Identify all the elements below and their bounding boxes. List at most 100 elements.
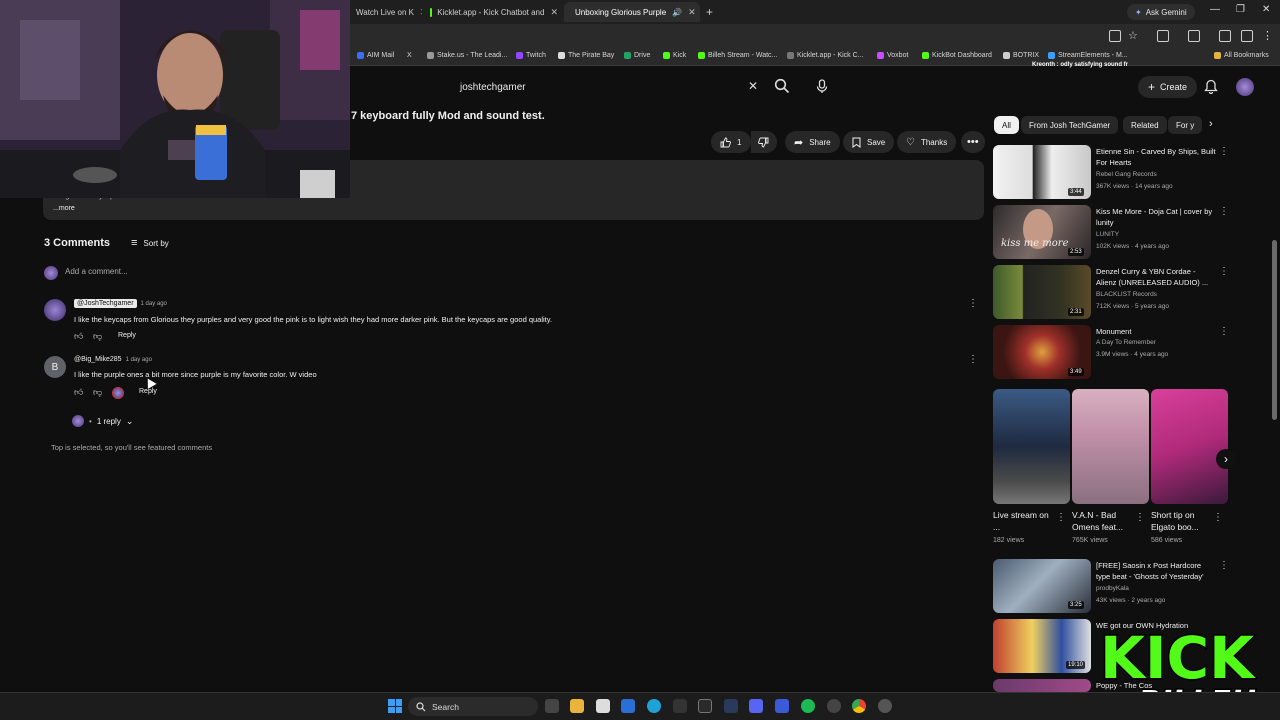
- comment-menu-icon[interactable]: ⋮: [968, 298, 978, 309]
- comment-time[interactable]: 1 day ago: [126, 357, 152, 363]
- video-menu-icon[interactable]: ⋮: [1219, 560, 1229, 571]
- file-explorer-icon[interactable]: [570, 699, 584, 713]
- microphone-icon[interactable]: [816, 79, 828, 99]
- mail-icon[interactable]: [621, 699, 635, 713]
- profile-icon[interactable]: [1241, 30, 1253, 42]
- short-menu-icon[interactable]: ⋮: [1213, 512, 1223, 523]
- close-icon[interactable]: ✕: [420, 7, 422, 18]
- bookmark-billeh-stream[interactable]: Billeh Stream - Watc...: [698, 52, 777, 59]
- bookmark-drive[interactable]: Drive: [624, 52, 650, 59]
- search-input[interactable]: joshtechgamer: [447, 75, 769, 99]
- bookmark-stake[interactable]: Stake.us - The Leadi...: [427, 52, 507, 59]
- maximize-icon[interactable]: ❐: [1236, 4, 1245, 15]
- more-icon[interactable]: ⋮: [1262, 29, 1273, 42]
- store-icon[interactable]: [596, 699, 610, 713]
- notifications-bell-icon[interactable]: [1204, 79, 1218, 99]
- bookmark-x[interactable]: X: [407, 52, 412, 59]
- chip-all[interactable]: All: [994, 116, 1019, 134]
- bookmark-aim-mail[interactable]: AIM Mail: [357, 52, 394, 59]
- clear-search-icon[interactable]: ✕: [748, 79, 758, 93]
- search-icon[interactable]: [774, 78, 790, 99]
- shorts-next-button[interactable]: ›: [1216, 449, 1236, 469]
- chrome-icon[interactable]: [852, 699, 866, 713]
- chip-related[interactable]: Related: [1123, 116, 1167, 134]
- comment-time[interactable]: 1 day ago: [141, 301, 167, 307]
- chevron-right-icon[interactable]: ›: [1209, 118, 1213, 130]
- bookmark-star-icon[interactable]: ☆: [1128, 29, 1138, 42]
- taskbar-search[interactable]: Search: [408, 697, 538, 716]
- video-channel[interactable]: BLACKLIST Records: [1096, 291, 1157, 298]
- video-channel[interactable]: prodbyKala: [1096, 585, 1129, 592]
- minimize-icon[interactable]: —: [1210, 4, 1220, 15]
- short-thumbnail[interactable]: [1151, 389, 1228, 504]
- cast-icon[interactable]: [1109, 30, 1121, 42]
- bookmark-kicklet[interactable]: Kicklet.app - Kick C...: [787, 52, 864, 59]
- tab-kicklet[interactable]: Kicklet.app - Kick Chatbot and ✕: [424, 2, 564, 22]
- description-more-link[interactable]: ...more: [53, 205, 75, 212]
- task-view-icon[interactable]: [545, 699, 559, 713]
- commenter-avatar[interactable]: B: [44, 356, 66, 378]
- video-title[interactable]: Denzel Curry & YBN Cordae - Alienz (UNRE…: [1096, 266, 1216, 288]
- chip-for-you[interactable]: For y: [1168, 116, 1202, 134]
- thanks-button[interactable]: ♡ Thanks: [897, 131, 957, 153]
- video-title[interactable]: [FREE] Saosin x Post Hardcore type beat …: [1096, 560, 1216, 582]
- video-menu-icon[interactable]: ⋮: [1219, 146, 1229, 157]
- more-actions-button[interactable]: •••: [961, 131, 985, 153]
- bookmark-all[interactable]: All Bookmarks: [1214, 52, 1269, 59]
- bookmark-piratebay[interactable]: The Pirate Bay: [558, 52, 614, 59]
- user-avatar[interactable]: [1236, 78, 1254, 96]
- steam-icon[interactable]: [724, 699, 738, 713]
- sidepanel-icon[interactable]: [1188, 30, 1200, 42]
- comment-author-handle[interactable]: @Big_Mike285: [74, 356, 122, 363]
- commenter-avatar[interactable]: [44, 299, 66, 321]
- video-title[interactable]: Kiss Me More - Doja Cat | cover by lunit…: [1096, 206, 1216, 228]
- comment-author-handle[interactable]: @JoshTechgamer: [74, 299, 137, 308]
- reply-button[interactable]: Reply: [118, 332, 136, 339]
- sort-by-button[interactable]: ≡ Sort by: [131, 237, 169, 249]
- streamlabs-icon[interactable]: [775, 699, 789, 713]
- tab-watch-live[interactable]: Watch Live on K ✕: [350, 2, 422, 22]
- comment-like-icon[interactable]: 👍︎: [74, 387, 83, 398]
- menu-icon[interactable]: [1219, 30, 1231, 42]
- short-thumbnail[interactable]: [993, 389, 1070, 504]
- comment-menu-icon[interactable]: ⋮: [968, 354, 978, 365]
- video-title[interactable]: Etienne Sin - Carved By Ships, Built For…: [1096, 146, 1216, 168]
- view-replies-button[interactable]: • 1 reply ⌄: [72, 415, 133, 427]
- bookmark-kickbot[interactable]: KickBot Dashboard: [922, 52, 992, 59]
- video-channel[interactable]: A Day To Remember: [1096, 339, 1156, 346]
- video-channel[interactable]: Rebel Gang Records: [1096, 171, 1157, 178]
- speaker-icon[interactable]: 🔊: [672, 8, 682, 17]
- comment-like-icon[interactable]: 👍︎: [74, 331, 83, 342]
- new-tab-icon[interactable]: +: [706, 5, 713, 19]
- dislike-button[interactable]: [751, 131, 777, 153]
- comment-dislike-icon[interactable]: 👎︎: [93, 387, 102, 398]
- share-button[interactable]: ➦ Share: [785, 131, 840, 153]
- tab-unboxing[interactable]: Unboxing Glorious Purple 🔊 ✕: [564, 2, 700, 22]
- short-menu-icon[interactable]: ⋮: [1135, 512, 1145, 523]
- short-title[interactable]: Short tip on Elgato boo...: [1151, 509, 1216, 533]
- like-button[interactable]: 1: [711, 131, 751, 153]
- settings-gear-icon[interactable]: [878, 699, 892, 713]
- short-title[interactable]: V.A.N - Bad Omens feat...: [1072, 509, 1137, 533]
- video-menu-icon[interactable]: ⋮: [1219, 266, 1229, 277]
- video-thumbnail[interactable]: [993, 679, 1091, 692]
- save-button[interactable]: Save: [843, 131, 895, 153]
- add-comment-input[interactable]: Add a comment...: [65, 267, 128, 276]
- ask-gemini-button[interactable]: ✦ Ask Gemini: [1127, 4, 1195, 20]
- page-scrollbar[interactable]: [1272, 240, 1277, 420]
- video-menu-icon[interactable]: ⋮: [1219, 206, 1229, 217]
- spotify-icon[interactable]: [801, 699, 815, 713]
- video-title[interactable]: Monument: [1096, 326, 1216, 337]
- short-thumbnail[interactable]: [1072, 389, 1149, 504]
- close-icon[interactable]: ✕: [550, 7, 558, 18]
- chip-from-channel[interactable]: From Josh TechGamer: [1021, 116, 1119, 134]
- bookmark-streamelements[interactable]: StreamElements - M...: [1048, 52, 1128, 59]
- comment-dislike-icon[interactable]: 👎︎: [93, 331, 102, 342]
- short-menu-icon[interactable]: ⋮: [1056, 512, 1066, 523]
- extensions-icon[interactable]: [1157, 30, 1169, 42]
- obs-icon[interactable]: [827, 699, 841, 713]
- close-icon[interactable]: ✕: [688, 7, 696, 18]
- short-title[interactable]: Live stream on ...: [993, 509, 1058, 533]
- bookmark-voxbot[interactable]: Voxbot: [877, 52, 908, 59]
- discord-icon[interactable]: [749, 699, 763, 713]
